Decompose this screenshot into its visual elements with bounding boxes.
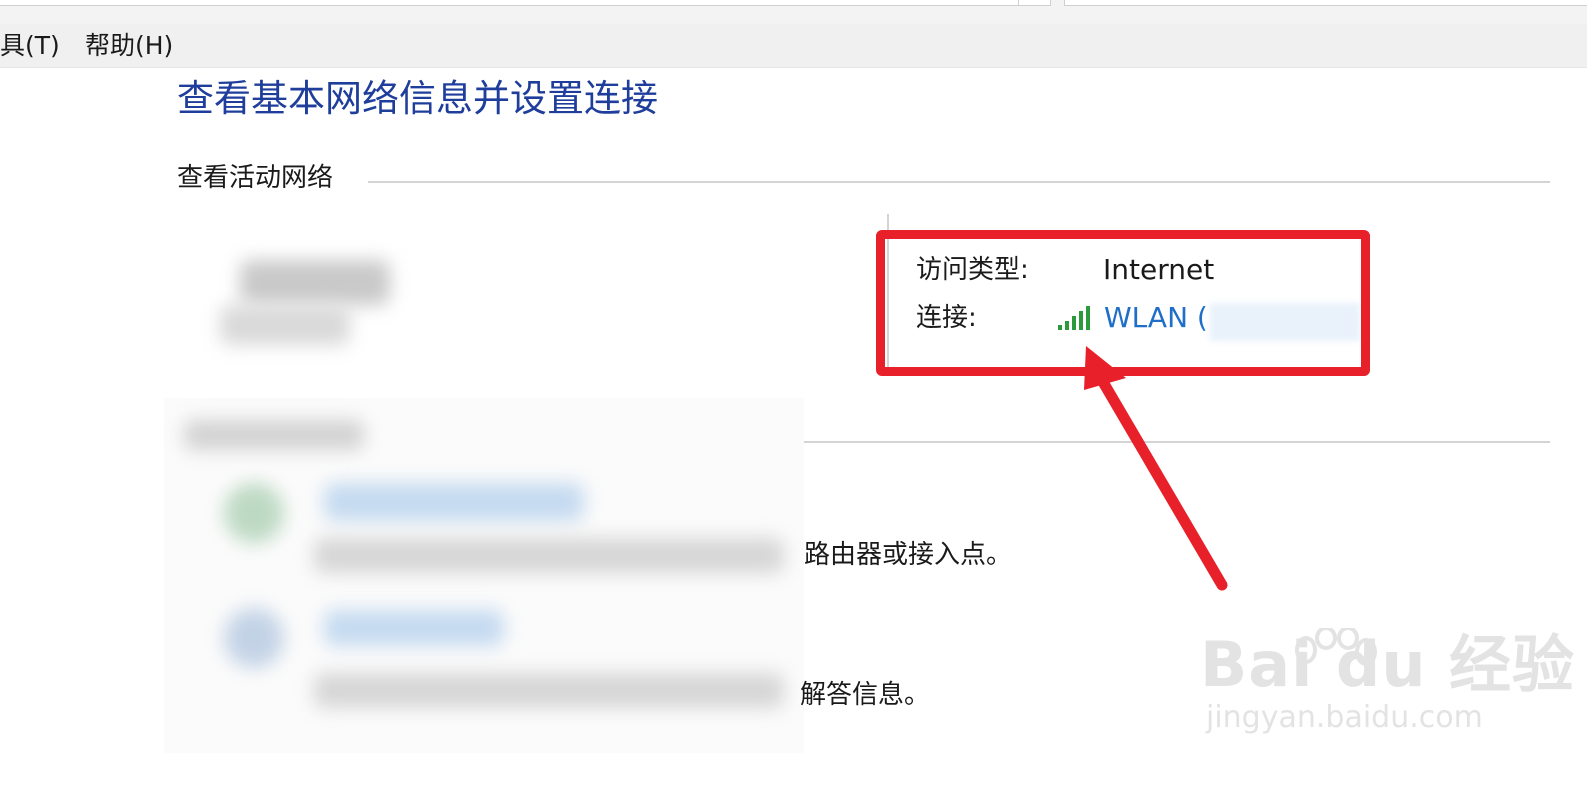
page-title: 查看基本网络信息并设置连接 (177, 77, 658, 120)
paw-print-icon (1295, 628, 1377, 666)
annotation-arrow-icon (1084, 346, 1228, 591)
troubleshoot-description: 解答信息。 (800, 680, 931, 710)
network-icon-redacted (220, 250, 420, 360)
search-box[interactable] (1064, 0, 1587, 6)
watermark-url: jingyan.baidu.com (1206, 700, 1483, 735)
menu-bar (0, 24, 1587, 68)
watermark-logo-text: Bai du 经验 (1200, 628, 1576, 701)
menu-tools[interactable]: 具(T) (0, 28, 60, 64)
section-divider (368, 181, 1550, 183)
change-settings-redacted (164, 398, 804, 753)
baidu-jingyan-watermark: Bai du 经验 jingyan.baidu.com (1200, 630, 1575, 736)
active-networks-heading: 查看活动网络 (177, 163, 334, 193)
address-bar-divider (1018, 0, 1019, 5)
setup-connection-description: 路由器或接入点。 (804, 540, 1013, 570)
menu-help[interactable]: 帮助(H) (85, 28, 173, 64)
address-bar[interactable] (0, 0, 1051, 6)
